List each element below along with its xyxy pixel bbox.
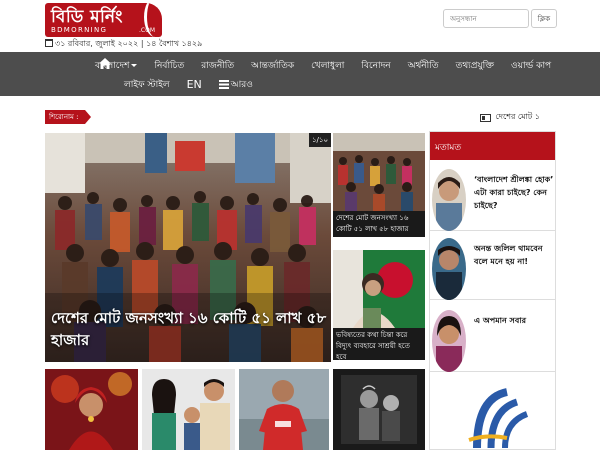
ticker-headline[interactable]: দেশের মোট ১ <box>479 111 540 124</box>
nav-item-more[interactable]: আরও <box>218 77 253 92</box>
portrait-bw-image <box>333 369 425 450</box>
logo-subtext: BDMORNING <box>51 26 108 34</box>
site-logo[interactable]: বিডি মর্নিং BDMORNING .COM <box>45 3 162 37</box>
headline-ticker: শিরোনাম : দেশের মোট ১ <box>45 108 555 126</box>
home-icon[interactable] <box>99 58 111 69</box>
speaker-thumbnail <box>333 250 425 328</box>
logo-swoosh <box>144 3 162 37</box>
date-text: ৩১ রবিবার, জুলাই ২০২২ | ১৪ বৈশাখ ১৪২৯ <box>55 39 203 48</box>
card-caption: দেশের মোট জনসংখ্যা ১৬ কোটি ৫১ লাখ ৫৮ হাজ… <box>333 211 425 237</box>
news-thumb-3[interactable] <box>239 369 329 450</box>
date-line: ৩১ রবিবার, জুলাই ২০২২ | ১৪ বৈশাখ ১৪২৯ <box>45 38 202 51</box>
newspaper-icon <box>479 113 491 122</box>
author-avatar <box>432 310 466 372</box>
nav-item-english[interactable]: EN <box>187 78 202 91</box>
search-button[interactable]: ক্লিক <box>531 9 557 28</box>
nav-item-economy[interactable]: অর্থনীতি <box>408 58 439 73</box>
nav-item-technology[interactable]: তথ্যপ্রযুক্তি <box>456 58 494 73</box>
opinion-item[interactable]: ‘বাংলাদেশ শ্রীলঙ্কা হোক’ এটা কারা চাইছে?… <box>430 167 555 231</box>
news-card-population[interactable]: দেশের মোট জনসংখ্যা ১৬ কোটি ৫১ লাখ ৫৮ হাজ… <box>333 133 425 237</box>
nav-row-secondary: লাইফ স্টাইল EN আরও <box>124 74 270 94</box>
opinion-item[interactable]: এ অপমান সবার <box>430 308 555 372</box>
opinion-item[interactable]: অনন্ত জলিল থামবেন বলে মনে হয় না! <box>430 236 555 300</box>
nav-item-sports[interactable]: খেলাধুলা <box>311 58 344 73</box>
list-icon <box>218 79 229 89</box>
calendar-icon <box>45 39 53 47</box>
wedding-image <box>45 369 138 450</box>
opinion-heading: মতামত <box>430 132 555 160</box>
feature-title[interactable]: দেশের মোট জনসংখ্যা ১৬ কোটি ৫১ লাখ ৫৮ হাজ… <box>51 307 327 351</box>
news-thumb-4[interactable] <box>333 369 425 450</box>
news-card-electricity[interactable]: ভবিষ্যতের কথা চিন্তা করে বিদ্যুৎ ব্যবহার… <box>333 250 425 360</box>
sponsor-logo[interactable] <box>447 388 541 448</box>
nav-item-world-cup[interactable]: ওয়ার্ল্ড কাপ <box>511 58 551 73</box>
opinion-title: এ অপমান সবার <box>474 316 527 325</box>
author-avatar <box>432 238 466 300</box>
opinion-title: অনন্ত জলিল থামবেন বলে মনে হয় না! <box>474 244 543 266</box>
opinion-panel: মতামত ‘বাংলাদেশ শ্রীলঙ্কা হোক’ এটা কারা … <box>429 131 556 450</box>
nav-item-politics[interactable]: রাজনীতি <box>201 58 234 73</box>
site-header: বিডি মর্নিং BDMORNING .COM ৩১ রবিবার, জু… <box>0 0 600 52</box>
author-avatar <box>432 169 466 231</box>
nav-item-international[interactable]: আন্তর্জাতিক <box>251 58 294 73</box>
news-thumb-2[interactable] <box>142 369 235 450</box>
player-image <box>239 369 329 450</box>
slide-counter: ১/১০ <box>309 133 331 147</box>
family-image <box>142 369 235 450</box>
nav-item-selected[interactable]: নির্বাচিত <box>154 58 184 73</box>
search-input[interactable] <box>443 9 529 28</box>
nav-row-primary: বাংলাদেশ নির্বাচিত রাজনীতি আন্তর্জাতিক খ… <box>95 55 568 75</box>
feature-slider[interactable]: ১/১০ দেশের মোট জনসংখ্যা ১৬ কোটি ৫১ লাখ ৫… <box>45 133 331 362</box>
news-thumb-1[interactable] <box>45 369 138 450</box>
ticker-label: শিরোনাম : <box>45 110 90 124</box>
nav-item-lifestyle[interactable]: লাইফ স্টাইল <box>124 77 170 92</box>
nav-item-entertainment[interactable]: বিনোদন <box>361 58 390 73</box>
crowd-thumbnail <box>333 133 425 211</box>
opinion-title: ‘বাংলাদেশ শ্রীলঙ্কা হোক’ এটা কারা চাইছে?… <box>474 175 554 210</box>
caret-down-icon <box>131 63 138 67</box>
main-nav: বাংলাদেশ নির্বাচিত রাজনীতি আন্তর্জাতিক খ… <box>0 52 600 96</box>
card-caption: ভবিষ্যতের কথা চিন্তা করে বিদ্যুৎ ব্যবহার… <box>333 328 425 360</box>
